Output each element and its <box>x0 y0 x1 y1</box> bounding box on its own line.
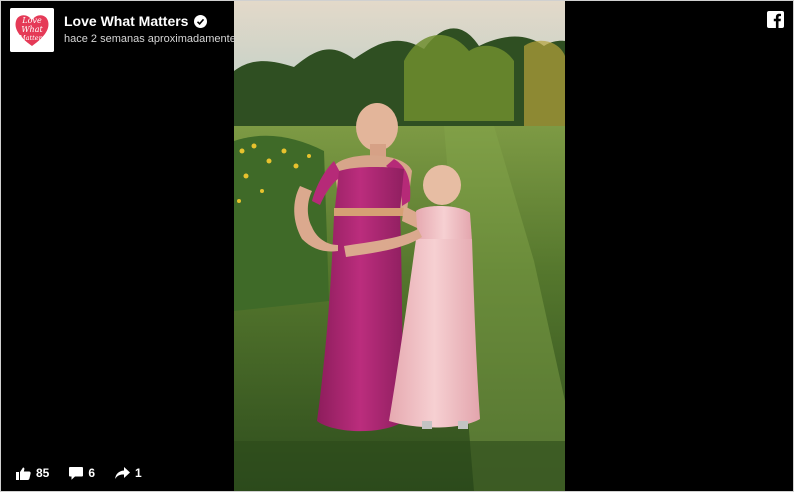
post-photo[interactable] <box>234 1 565 491</box>
facebook-logo-icon[interactable] <box>767 11 784 28</box>
page-avatar[interactable]: Love What Matters <box>10 8 54 52</box>
comments-count[interactable]: 6 <box>69 466 95 480</box>
love-what-matters-logo: Love What Matters <box>10 8 54 52</box>
svg-text:Matters: Matters <box>18 34 46 42</box>
svg-text:Love: Love <box>21 16 42 25</box>
likes-count-label: 85 <box>36 466 50 480</box>
svg-text:What: What <box>21 25 43 34</box>
post-header: Love What Matters Love What Matters hace… <box>10 8 236 52</box>
thumbs-up-icon <box>16 467 31 480</box>
speech-bubble-icon <box>69 466 84 480</box>
likes-count[interactable]: 85 <box>16 466 49 480</box>
photo-mother-and-daughter <box>234 1 565 491</box>
shares-count[interactable]: 1 <box>115 466 142 480</box>
share-arrow-icon <box>115 467 131 479</box>
video-player[interactable]: Love What Matters Love What Matters hace… <box>0 0 794 492</box>
post-timestamp[interactable]: hace 2 semanas aproximadamente <box>64 31 236 47</box>
page-name-link[interactable]: Love What Matters <box>64 12 188 30</box>
check-badge-icon <box>194 14 208 28</box>
engagement-bar: 85 6 1 <box>16 466 162 480</box>
comments-count-label: 6 <box>88 466 96 480</box>
shares-count-label: 1 <box>135 466 142 480</box>
